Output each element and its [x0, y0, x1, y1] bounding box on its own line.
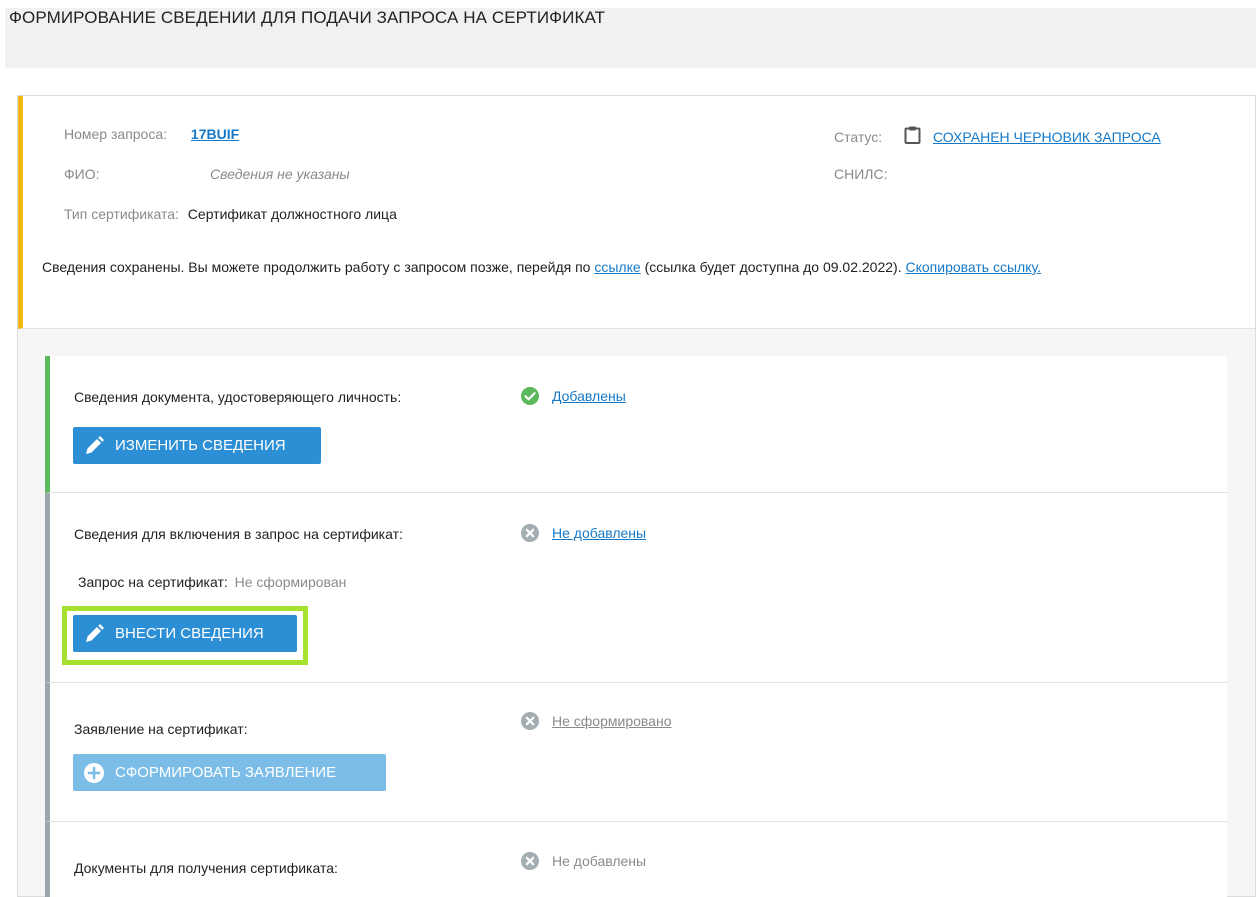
- page-title: ФОРМИРОВАНИЕ СВЕДЕНИИ ДЛЯ ПОДАЧИ ЗАПРОСА…: [9, 8, 606, 27]
- cert-request-sub: Запрос на сертификат: Не сформирован: [78, 574, 346, 590]
- fio-row: ФИО: Сведения не указаны: [64, 166, 350, 182]
- documents-label: Документы для получения сертификата:: [74, 860, 338, 876]
- identity-status-link[interactable]: Добавлены: [552, 388, 626, 404]
- identity-section: Сведения документа, удостоверяющего личн…: [45, 356, 1227, 493]
- cert-request-status-link[interactable]: Не добавлены: [552, 525, 646, 541]
- clipboard-icon: [904, 126, 921, 147]
- cert-request-status: Не добавлены: [521, 524, 646, 542]
- cert-type-label: Тип сертификата:: [64, 206, 179, 222]
- cert-request-sub-label: Запрос на сертификат:: [78, 574, 228, 590]
- fio-label: ФИО:: [64, 166, 100, 182]
- pencil-icon: [86, 435, 104, 454]
- application-label: Заявление на сертификат:: [74, 721, 248, 737]
- notice-text-2: (ссылка будет доступна до 09.02.2022).: [644, 259, 902, 275]
- application-status: Не сформировано: [521, 712, 671, 730]
- request-number-label: Номер запроса:: [64, 126, 168, 142]
- application-status-link[interactable]: Не сформировано: [552, 713, 671, 729]
- plus-circle-icon: [84, 762, 104, 783]
- status-link[interactable]: СОХРАНЕН ЧЕРНОВИК ЗАПРОСА: [933, 129, 1161, 145]
- page-header: ФОРМИРОВАНИЕ СВЕДЕНИИ ДЛЯ ПОДАЧИ ЗАПРОСА…: [5, 8, 1256, 68]
- documents-section: Документы для получения сертификата: Не …: [45, 822, 1227, 897]
- edit-identity-button-label: ИЗМЕНИТЬ СВЕДЕНИЯ: [115, 437, 286, 454]
- request-number-link[interactable]: 17BUIF: [191, 126, 239, 142]
- cert-type-value: Сертификат должностного лица: [187, 206, 397, 222]
- notice-text-1: Сведения сохранены. Вы можете продолжить…: [42, 259, 591, 275]
- create-application-button[interactable]: СФОРМИРОВАТЬ ЗАЯВЛЕНИЕ: [73, 754, 386, 791]
- create-application-button-label: СФОРМИРОВАТЬ ЗАЯВЛЕНИЕ: [115, 764, 337, 781]
- fio-value: Сведения не указаны: [210, 166, 350, 182]
- notice-link[interactable]: ссылке: [594, 259, 640, 275]
- snils-label: СНИЛС:: [834, 166, 888, 182]
- copy-link[interactable]: Скопировать ссылку.: [905, 259, 1041, 275]
- status-label: Статус:: [834, 129, 883, 145]
- request-card: Номер запроса: 17BUIF Статус: СОХРАНЕН Ч…: [17, 95, 1256, 897]
- identity-status: Добавлены: [521, 387, 626, 405]
- documents-status: Не добавлены: [521, 852, 646, 870]
- documents-status-text: Не добавлены: [552, 853, 647, 869]
- x-circle-icon: [521, 524, 539, 542]
- cert-request-sub-value: Не сформирован: [234, 574, 347, 590]
- request-info-panel: Номер запроса: 17BUIF Статус: СОХРАНЕН Ч…: [18, 96, 1255, 329]
- snils-row: СНИЛС:: [834, 166, 887, 182]
- status-row: Статус: СОХРАНЕН ЧЕРНОВИК ЗАПРОСА: [834, 126, 1161, 147]
- cert-request-label: Сведения для включения в запрос на серти…: [74, 526, 403, 542]
- x-circle-icon: [521, 712, 539, 730]
- identity-label: Сведения документа, удостоверяющего личн…: [74, 389, 402, 405]
- request-number-row: Номер запроса: 17BUIF: [64, 126, 239, 142]
- check-circle-icon: [521, 387, 539, 405]
- x-circle-icon: [521, 852, 539, 870]
- save-notice: Сведения сохранены. Вы можете продолжить…: [42, 256, 1222, 278]
- highlight-box: [62, 606, 308, 665]
- application-section: Заявление на сертификат: Не сформировано…: [45, 683, 1227, 822]
- edit-identity-button[interactable]: ИЗМЕНИТЬ СВЕДЕНИЯ: [73, 427, 321, 464]
- cert-type-row: Тип сертификата: Сертификат должностного…: [64, 206, 397, 222]
